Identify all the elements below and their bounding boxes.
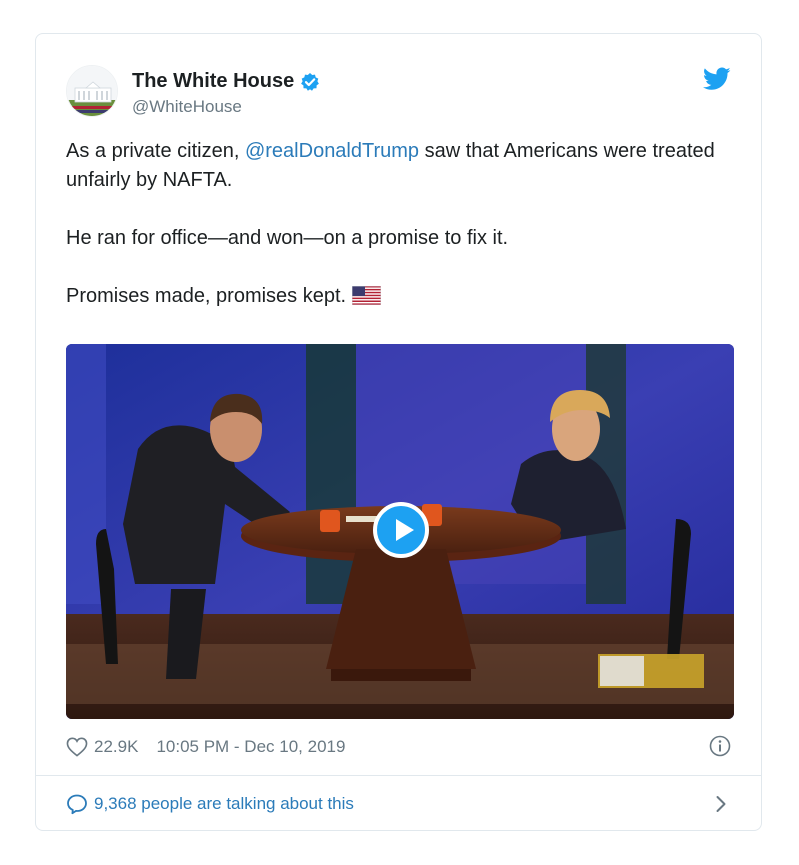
tweet-text: As a private citizen, @realDonaldTrump s… — [66, 137, 726, 311]
display-name[interactable]: The White House — [132, 70, 294, 93]
tweet-paragraph-2: He ran for office—and won—on a promise t… — [66, 227, 509, 249]
tweet-meta: 22.9K 10:05 PM - Dec 10, 2019 — [66, 734, 731, 760]
play-button[interactable] — [373, 502, 429, 558]
twitter-bird-icon[interactable] — [702, 67, 731, 91]
talking-about-link[interactable]: 9,368 people are talking about this — [94, 794, 354, 814]
account-names: The White House @WhiteHouse — [132, 70, 320, 117]
tweet-paragraph-3: Promises made, promises kept. — [66, 282, 726, 311]
tweet-paragraph-1: As a private citizen, @realDonaldTrump s… — [66, 137, 726, 195]
tweet-card[interactable]: The White House @WhiteHouse As a private… — [35, 33, 762, 831]
tweet-paragraph-3-text: Promises made, promises kept. — [66, 285, 347, 307]
video-thumbnail[interactable] — [66, 344, 734, 719]
chevron-right-icon[interactable] — [715, 795, 727, 813]
likes-count[interactable]: 22.9K — [94, 737, 138, 757]
speech-bubble-icon — [66, 793, 88, 815]
divider — [36, 775, 761, 776]
us-flag-icon — [351, 285, 382, 306]
tweet-timestamp[interactable]: 10:05 PM - Dec 10, 2019 — [156, 737, 345, 757]
info-icon[interactable] — [709, 735, 731, 757]
account-handle[interactable]: @WhiteHouse — [132, 97, 320, 117]
tweet-header: The White House @WhiteHouse — [66, 65, 731, 121]
display-name-row: The White House — [132, 70, 320, 93]
heart-icon[interactable] — [66, 737, 88, 757]
mention-link[interactable]: @realDonaldTrump — [245, 140, 419, 162]
avatar[interactable] — [66, 65, 118, 117]
conversation-footer[interactable]: 9,368 people are talking about this — [66, 790, 731, 818]
tweet-text-prefix: As a private citizen, — [66, 140, 245, 162]
verified-badge-icon — [300, 72, 320, 92]
